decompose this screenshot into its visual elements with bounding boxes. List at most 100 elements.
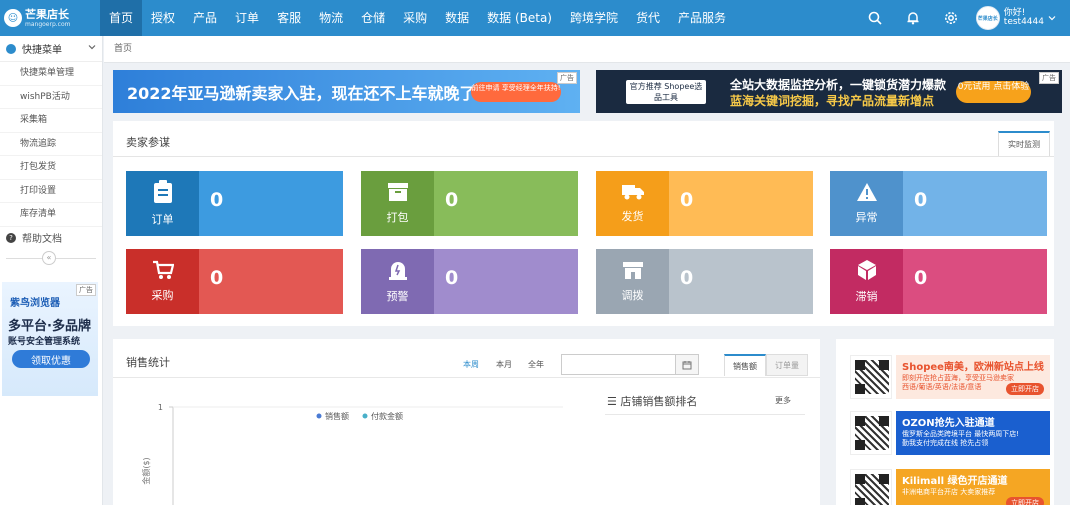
stat-card-value: 0 (680, 189, 694, 211)
stat-card[interactable]: 滞销 0 (830, 249, 1047, 314)
nav-item-10[interactable]: 跨境学院 (561, 0, 627, 36)
sidebar: 快捷菜单 快捷菜单管理 wishPB活动 采集箱 物流追踪 打包发货 打印设置 库存清单 ?… (0, 36, 103, 505)
truck-icon (621, 183, 645, 204)
warning-icon (856, 182, 878, 205)
stat-card-label: 订单 (151, 213, 174, 226)
stat-card-value: 0 (680, 267, 694, 289)
nav-item-6[interactable]: 仓储 (352, 0, 394, 36)
banner-cta-button[interactable]: 0元试用 点击体验 (956, 81, 1031, 103)
stat-card[interactable]: 发货 0 (596, 171, 813, 236)
nav-item-4[interactable]: 客服 (268, 0, 310, 36)
breadcrumb-home[interactable]: 首页 (114, 44, 132, 54)
right-ad-0[interactable]: Shopee南美，欧洲新站点上线 即刻开店抢占蓝海，享受亚马逊卖家 西语/葡语/英语… (850, 355, 1050, 399)
nav-item-0[interactable]: 首页 (100, 0, 143, 36)
section-title: 卖家参谋 (126, 136, 170, 149)
legend-label: 付款金额 (371, 411, 403, 421)
ad-title: Kilimall 绿色开店通道 (902, 476, 1008, 487)
help-docs-label: 帮助文档 (22, 234, 62, 245)
right-ad-1[interactable]: OZON抢先入驻通道 俄罗斯全品类跨境平台 最快两周下店! 勤我支付完成在线 抢先占… (850, 411, 1050, 455)
nav-item-8[interactable]: 数据 (436, 0, 478, 36)
stat-card[interactable]: 调拨 0 (596, 249, 813, 314)
gear-icon[interactable] (932, 0, 970, 36)
nav-item-11[interactable]: 货代 (627, 0, 669, 36)
qr-code (850, 469, 892, 505)
ad-cta-button[interactable]: 立即开店 (1006, 497, 1044, 505)
stat-card[interactable]: 打包 0 (361, 171, 578, 236)
banner-cta-button[interactable]: 前往申请 享受经理全年扶持! (471, 82, 561, 102)
nav-item-3[interactable]: 订单 (226, 0, 268, 36)
help-docs-link[interactable]: ? 帮助文档 (0, 227, 102, 249)
ad-title: OZON抢先入驻通道 (902, 418, 995, 429)
breadcrumb: 首页 (104, 36, 1070, 63)
stat-card[interactable]: 预警 0 (361, 249, 578, 314)
nav-item-9[interactable]: 数据 (Beta) (478, 0, 561, 36)
logo[interactable]: ☺ 芒果店长 mangoerp.com (0, 0, 100, 36)
ad-title: Shopee南美，欧洲新站点上线 (902, 362, 1044, 373)
banner-line1: 全站大数据监控分析，一键锁货潜力爆款 (730, 78, 947, 92)
banner-line2: 蓝海关键词挖掘，寻找产品流量新增点 (730, 94, 935, 108)
nav-item-1[interactable]: 授权 (142, 0, 184, 36)
range-month[interactable]: 本月 (496, 359, 512, 370)
tab-order-count[interactable]: 订单量 (766, 354, 808, 376)
stat-card-value: 0 (210, 267, 224, 289)
stat-card[interactable]: 订单 0 (126, 171, 343, 236)
chart-y-tick-label: 1 (158, 403, 163, 412)
ad-sub2: 西语/葡语/英语/法语/意语 (902, 382, 982, 391)
ad-tag: 广告 (76, 284, 96, 296)
sidebar-item[interactable]: 物流追踪 (0, 133, 102, 156)
nav-item-12[interactable]: 产品服务 (669, 0, 735, 36)
ad-subtitle: 即刻开店抢占蓝海，享受亚马逊卖家 西语/葡语/英语/法语/意语 (902, 374, 1014, 392)
tab-realtime-monitor[interactable]: 实时监测 (998, 131, 1050, 156)
chevron-down-icon (88, 43, 96, 54)
sidebar-item[interactable]: 采集箱 (0, 109, 102, 133)
sidebar-item[interactable]: 库存清单 (0, 203, 102, 227)
stat-card-value: 0 (914, 189, 928, 211)
user-menu[interactable]: 芒果店长 你好! test4444 (975, 6, 1056, 30)
bell-icon[interactable] (894, 0, 932, 36)
shopee-tool-banner-ad[interactable]: 广告 官方推荐 Shopee选品工具 全站大数据监控分析，一键锁货潜力爆款 蓝海… (596, 70, 1062, 113)
menu-dot-icon (6, 43, 16, 54)
stat-card-label: 采购 (151, 289, 174, 302)
range-year[interactable]: 全年 (528, 359, 544, 370)
stat-card[interactable]: 采购 0 (126, 249, 343, 314)
legend-label: 销售额 (325, 411, 349, 421)
seller-dashboard-section: 卖家参谋 实时监测 订单 0 打包 0 发货 0 异常 0 采购 0 预警 0 调拨 0 滞销 0 (113, 121, 1054, 326)
logo-name: 芒果店长 (25, 7, 69, 21)
sidebar-item[interactable]: wishPB活动 (0, 86, 102, 109)
ad-cta-button[interactable]: 立即开店 (1006, 383, 1044, 395)
sidebar-item[interactable]: 打包发货 (0, 156, 102, 180)
stat-card[interactable]: 异常 0 (830, 171, 1047, 236)
stat-card-label: 打包 (386, 211, 409, 224)
store-icon (622, 260, 644, 283)
search-icon[interactable] (856, 0, 894, 36)
ad-tag: 广告 (1039, 72, 1059, 84)
ad-brand: 紫鸟浏览器 (10, 298, 60, 309)
sidebar-item[interactable]: 打印设置 (0, 180, 102, 203)
collapse-sidebar-button[interactable]: « (42, 250, 56, 265)
nav-item-5[interactable]: 物流 (310, 0, 352, 36)
nav-item-2[interactable]: 产品 (184, 0, 226, 36)
chart-y-axis-label: 金额($) (141, 457, 151, 484)
amazon-banner-ad[interactable]: 广告 2022年亚马逊新卖家入驻，现在还不上车就晚了! 前往申请 享受经理全年扶… (113, 70, 580, 113)
ad-cta-button[interactable]: 领取优惠 (12, 350, 90, 368)
sidebar-header[interactable]: 快捷菜单 (0, 36, 102, 62)
more-link[interactable]: 更多 (775, 395, 791, 406)
avatar: 芒果店长 (975, 6, 1000, 30)
legend-marker (362, 413, 368, 419)
cube-icon (856, 259, 878, 284)
ad-subtitle: 非洲电商平台开店 大卖家推荐 (902, 488, 995, 497)
logo-domain: mangoerp.com (25, 20, 71, 28)
sidebar-item[interactable]: 快捷菜单管理 (0, 62, 102, 86)
sidebar-ad[interactable]: 广告 紫鸟浏览器 多平台·多品牌 账号安全管理系统 领取优惠 (2, 282, 98, 396)
sales-stats-panel: 销售统计 本周 本月 全年 销售额 订单量 1 金额($) 销售额 付款金额 ☰ 店铺… (113, 339, 820, 505)
nav-item-7[interactable]: 采购 (394, 0, 436, 36)
calendar-icon[interactable] (675, 354, 699, 375)
sales-line-chart: 1 金额($) 销售额 付款金额 (141, 403, 563, 505)
qr-code (850, 411, 892, 455)
ad-sub: 俄罗斯全品类跨境平台 最快两周下店! (902, 430, 1020, 438)
range-week[interactable]: 本周 (463, 359, 479, 370)
stat-card-label: 滞销 (855, 290, 878, 303)
tab-sales-amount[interactable]: 销售额 (724, 354, 766, 376)
right-ad-2[interactable]: Kilimall 绿色开店通道 非洲电商平台开店 大卖家推荐立即开店 (850, 469, 1050, 505)
help-icon: ? (6, 232, 16, 243)
